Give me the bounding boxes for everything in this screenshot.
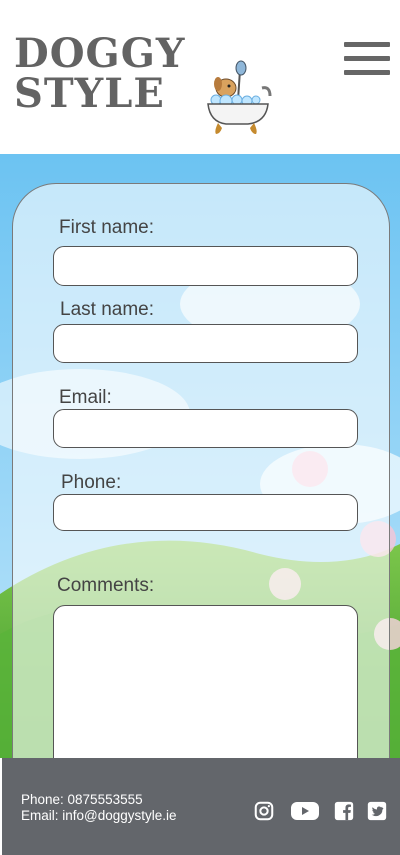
last-name-label: Last name:: [60, 299, 154, 320]
footer-email[interactable]: Email: info@doggystyle.ie: [21, 808, 177, 824]
brand-line2: STYLE: [14, 70, 165, 117]
last-name-input[interactable]: [53, 324, 358, 363]
brand-logo[interactable]: DOGGY STYLE: [14, 34, 274, 138]
first-name-label: First name:: [59, 217, 155, 238]
menu-bar-top: [344, 42, 390, 47]
menu-bar-middle: [344, 56, 390, 61]
comments-textarea[interactable]: [53, 605, 358, 775]
menu-bar-bottom: [344, 70, 390, 75]
first-name-input[interactable]: [53, 246, 358, 286]
brand-wordmark: DOGGY STYLE: [14, 34, 185, 114]
instagram-icon[interactable]: [252, 800, 276, 822]
comments-label: Comments:: [57, 575, 155, 596]
twitter-icon[interactable]: [365, 800, 389, 822]
footer-phone: Phone: 0875553555: [21, 792, 143, 807]
brand-line1: DOGGY: [14, 30, 186, 77]
dog-bathtub-icon: [207, 60, 272, 134]
site-footer: Phone: 0875553555 Email: info@doggystyle…: [2, 758, 400, 855]
youtube-icon[interactable]: [290, 800, 320, 822]
phone-label: Phone:: [61, 472, 122, 493]
phone-input[interactable]: [53, 494, 358, 531]
email-label: Email:: [59, 387, 112, 408]
email-input[interactable]: [53, 409, 358, 448]
footer-contact: Phone: 0875553555 Email: info@doggystyle…: [21, 792, 177, 824]
hamburger-menu-button[interactable]: [344, 42, 390, 76]
facebook-icon[interactable]: [332, 800, 356, 822]
site-header: DOGGY STYLE: [0, 0, 400, 154]
